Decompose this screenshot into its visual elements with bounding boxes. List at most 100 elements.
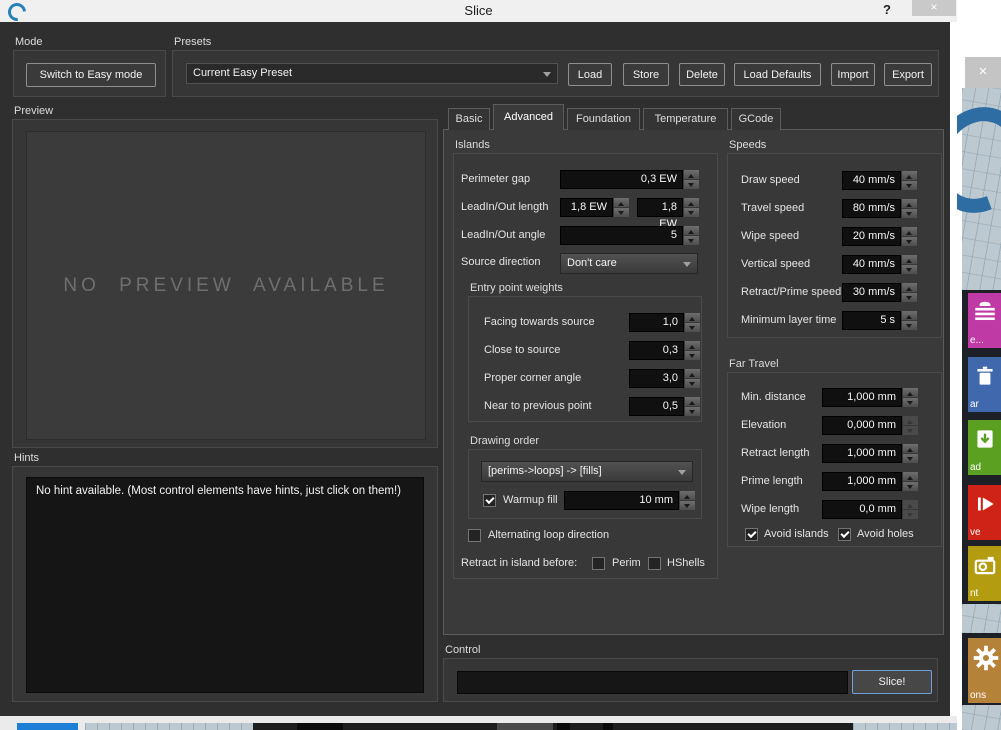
close-to-source-input[interactable]: 0,3 [629, 341, 684, 360]
import-button[interactable]: Import [831, 63, 875, 86]
spin-down-icon[interactable] [684, 208, 699, 217]
tab-foundation[interactable]: Foundation [567, 108, 640, 130]
spin-down-icon[interactable] [684, 180, 699, 189]
retract-hshells-checkbox[interactable] [648, 557, 661, 570]
min-distance-input[interactable]: 1,000 mm [822, 388, 902, 407]
load-defaults-button[interactable]: Load Defaults [734, 63, 821, 86]
draw-speed-input[interactable]: 40 mm/s [842, 171, 901, 190]
preset-select[interactable]: Current Easy Preset [186, 63, 558, 84]
spin-down-icon[interactable] [684, 236, 699, 245]
tab-temperature[interactable]: Temperature [643, 108, 728, 130]
spin-down-icon[interactable] [685, 351, 700, 360]
spin-up-icon[interactable] [903, 416, 918, 425]
spin-down-icon[interactable] [685, 379, 700, 388]
spin-down-icon[interactable] [902, 293, 917, 302]
no-preview-text: NO PREVIEW AVAILABLE [63, 275, 388, 297]
help-button[interactable]: ? [879, 2, 895, 18]
retract-prime-speed-input[interactable]: 30 mm/s [842, 283, 901, 302]
spin-down-icon[interactable] [902, 265, 917, 274]
spin-up-icon[interactable] [902, 283, 917, 292]
leadin-length-input-2[interactable]: 1,8 EW [637, 198, 683, 217]
hints-group: Hints No hint available. (Most control e… [12, 452, 438, 702]
spin-up-icon[interactable] [685, 397, 700, 406]
alternating-loop-direction-checkbox[interactable] [468, 529, 481, 542]
export-button[interactable]: Export [884, 63, 932, 86]
minimum-layer-time-input[interactable]: 5 s [842, 311, 901, 330]
source-direction-select[interactable]: Don't care [560, 253, 698, 274]
spin-down-icon[interactable] [685, 323, 700, 332]
leadin-angle-input[interactable]: 5 [560, 226, 683, 245]
store-button[interactable]: Store [623, 63, 669, 86]
spin-up-icon[interactable] [903, 472, 918, 481]
spin-down-icon[interactable] [902, 237, 917, 246]
background-3d-viewport [962, 604, 1001, 633]
spin-up-icon[interactable] [903, 388, 918, 397]
proper-corner-angle-input[interactable]: 3,0 [629, 369, 684, 388]
vertical-speed-input[interactable]: 40 mm/s [842, 255, 901, 274]
spin-down-icon[interactable] [902, 209, 917, 218]
spin-up-icon[interactable] [685, 341, 700, 350]
travel-speed-input[interactable]: 80 mm/s [842, 199, 901, 218]
slice-button[interactable]: Slice! [852, 670, 932, 694]
avoid-holes-checkbox[interactable] [838, 528, 851, 541]
background-close-button[interactable]: × [965, 57, 1001, 88]
background-load-button[interactable]: ad [968, 420, 1001, 475]
spin-down-icon[interactable] [902, 321, 917, 330]
elevation-input[interactable]: 0,000 mm [822, 416, 902, 435]
leadin-length-input-1[interactable]: 1,8 EW [560, 198, 613, 217]
spin-down-icon[interactable] [903, 510, 918, 519]
near-previous-point-input[interactable]: 0,5 [629, 397, 684, 416]
retract-length-spinbox: 1,000 mm [822, 444, 918, 463]
background-save-button[interactable]: ve [968, 485, 1001, 540]
spin-up-icon[interactable] [614, 198, 629, 207]
wipe-length-input[interactable]: 0,0 mm [822, 500, 902, 519]
background-options-button[interactable]: ons [968, 638, 1001, 703]
spin-up-icon[interactable] [903, 500, 918, 509]
warmup-fill-input[interactable]: 10 mm [564, 491, 679, 510]
spin-down-icon[interactable] [903, 398, 918, 407]
spin-down-icon[interactable] [903, 482, 918, 491]
spin-up-icon[interactable] [684, 198, 699, 207]
spin-up-icon[interactable] [903, 444, 918, 453]
retract-perim-label: Perim [612, 554, 641, 573]
warmup-fill-checkbox[interactable] [483, 494, 496, 507]
spin-up-icon[interactable] [902, 171, 917, 180]
title-bar[interactable]: Slice ? × [0, 0, 957, 22]
avoid-islands-checkbox[interactable] [745, 528, 758, 541]
delete-button[interactable]: Delete [679, 63, 725, 86]
drawing-order-select[interactable]: [perims->loops] -> [fills] [481, 461, 693, 482]
prime-length-input[interactable]: 1,000 mm [822, 472, 902, 491]
spin-up-icon[interactable] [902, 227, 917, 236]
spin-down-icon[interactable] [614, 208, 629, 217]
spin-down-icon[interactable] [903, 426, 918, 435]
tab-basic[interactable]: Basic [448, 108, 490, 130]
spin-up-icon[interactable] [685, 313, 700, 322]
spin-down-icon[interactable] [903, 454, 918, 463]
perimeter-gap-input[interactable]: 0,3 EW [560, 170, 683, 189]
background-print-button[interactable]: nt [968, 546, 1001, 601]
spin-up-icon[interactable] [685, 369, 700, 378]
spin-up-icon[interactable] [902, 255, 917, 264]
dialog-close-button[interactable]: × [912, 0, 956, 16]
wipe-speed-input[interactable]: 20 mm/s [842, 227, 901, 246]
spin-up-icon[interactable] [902, 199, 917, 208]
spin-up-icon[interactable] [684, 170, 699, 179]
spin-up-icon[interactable] [684, 226, 699, 235]
tab-advanced[interactable]: Advanced [493, 104, 564, 130]
load-button[interactable]: Load [568, 63, 612, 86]
spin-down-icon[interactable] [680, 501, 695, 510]
spin-down-icon[interactable] [902, 181, 917, 190]
background-slice-button[interactable]: e... [968, 293, 1001, 348]
mode-group-label: Mode [13, 36, 166, 50]
switch-to-easy-mode-button[interactable]: Switch to Easy mode [26, 63, 156, 87]
spin-down-icon[interactable] [685, 407, 700, 416]
retract-length-input[interactable]: 1,000 mm [822, 444, 902, 463]
tab-gcode[interactable]: GCode [731, 108, 781, 130]
spin-up-icon[interactable] [902, 311, 917, 320]
background-clear-button[interactable]: ar [968, 357, 1001, 412]
retract-in-island-label: Retract in island before: [461, 554, 577, 573]
spin-up-icon[interactable] [680, 491, 695, 500]
facing-towards-source-input[interactable]: 1,0 [629, 313, 684, 332]
spinner-buttons [902, 199, 917, 218]
retract-perim-checkbox[interactable] [592, 557, 605, 570]
